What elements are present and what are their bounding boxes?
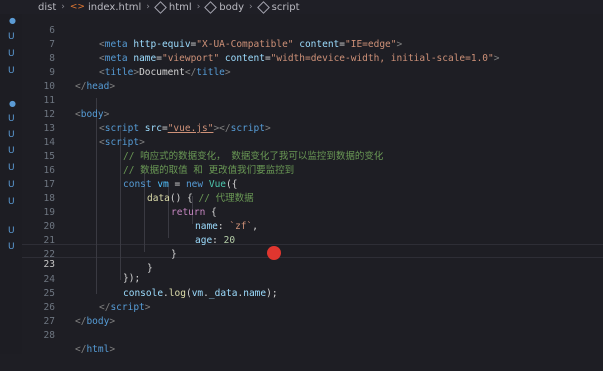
untracked-marker: U <box>8 146 15 156</box>
code-line[interactable]: 15 // 数据的取值 和 更改值我们要监控到 <box>22 136 603 176</box>
scm-gutter: ● U U U ● U U U U U U U U <box>0 14 22 354</box>
untracked-marker: U <box>8 226 15 236</box>
untracked-marker: U <box>8 180 15 190</box>
code-line[interactable]: 12 <script src="vue.js"></script> <box>22 94 603 134</box>
code-line[interactable]: 13 <script> <box>22 108 603 148</box>
code-line[interactable]: 19 name: `zf`, <box>22 192 603 232</box>
untracked-marker: U <box>8 197 15 207</box>
untracked-marker: U <box>8 49 15 59</box>
code-line[interactable]: 14 // 响应式的数据变化， 数据变化了我可以监控到数据的变化 <box>22 122 603 162</box>
untracked-marker: U <box>8 32 15 42</box>
code-editor[interactable]: 6 <meta http-equiv="X-UA-Compatible" con… <box>22 14 603 355</box>
code-line[interactable]: 25 </script> <box>22 273 603 313</box>
code-line-active[interactable]: 23 }); <box>22 244 603 284</box>
untracked-marker: U <box>8 163 15 173</box>
untracked-marker: U <box>8 242 15 252</box>
code-line[interactable]: 10 <box>22 66 603 92</box>
code-line[interactable]: 21 } <box>22 220 603 260</box>
modified-dot-icon: ● <box>9 99 16 108</box>
code-line[interactable]: 17 data() { // 代理数据 <box>22 164 603 204</box>
code-line[interactable]: 26 </body> <box>22 287 603 327</box>
untracked-marker: U <box>8 130 15 140</box>
untracked-marker: U <box>8 114 15 124</box>
code-line[interactable]: 28 </html> <box>22 315 603 355</box>
code-line[interactable]: 6 <meta http-equiv="X-UA-Compatible" con… <box>22 10 603 50</box>
code-line[interactable]: 24 console.log(vm._data.name); <box>22 259 603 299</box>
code-line[interactable]: 16 const vm = new Vue({ <box>22 150 603 190</box>
code-line[interactable]: 20 age: 20 <box>22 206 603 246</box>
line-number: 28 <box>43 330 55 341</box>
code-line[interactable]: 7 <meta name="viewport" content="width=d… <box>22 24 603 64</box>
code-line[interactable]: 11 <body> <box>22 80 603 120</box>
code-text: </html> <box>75 344 116 355</box>
code-line[interactable]: 18 return { <box>22 178 603 218</box>
untracked-marker: U <box>8 66 15 76</box>
code-line[interactable]: 8 <title>Document</title> <box>22 38 603 78</box>
recording-cursor-dot <box>267 246 281 260</box>
code-line[interactable]: 27 <box>22 301 603 327</box>
code-line[interactable]: 9 </head> <box>22 52 603 92</box>
modified-dot-icon: ● <box>9 16 16 25</box>
